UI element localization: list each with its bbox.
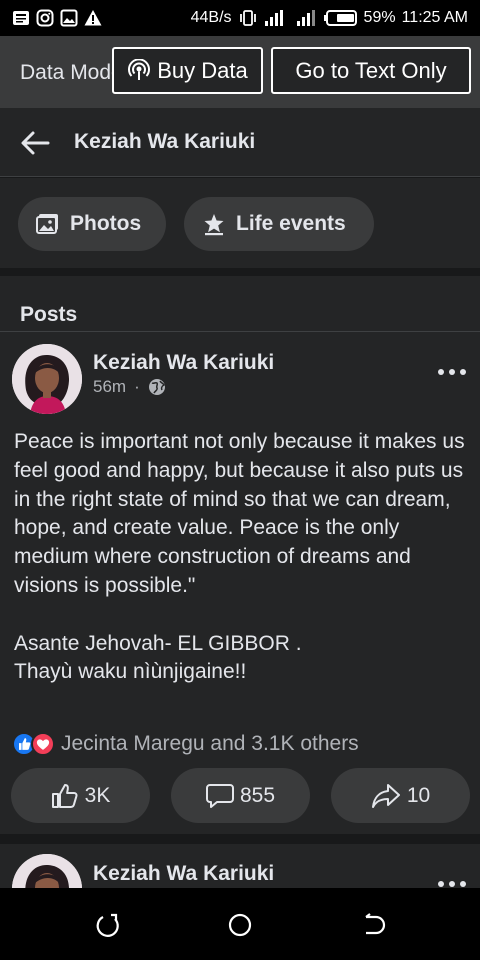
notification-icons	[12, 9, 102, 27]
battery-icon	[323, 10, 357, 26]
like-button[interactable]: 3K	[11, 768, 150, 823]
broadcast-icon	[128, 58, 151, 80]
photos-pill[interactable]: Photos	[18, 197, 166, 251]
signal-icon	[264, 10, 283, 26]
page-title: Keziah Wa Kariuki	[74, 130, 256, 153]
instagram-icon	[36, 9, 54, 27]
reactions-text: Jecinta Maregu and 3.1K others	[61, 732, 359, 755]
post-text: Peace is important not only because it m…	[14, 430, 465, 684]
back-arrow-icon[interactable]	[20, 130, 50, 156]
like-count: 3K	[84, 783, 111, 807]
post-author-2[interactable]: Keziah Wa Kariuki	[93, 862, 274, 886]
more-options-icon[interactable]	[436, 367, 468, 377]
avatar[interactable]	[12, 344, 82, 414]
system-status: 44B/s 59% 11:25 AM	[191, 9, 468, 27]
life-events-pill[interactable]: Life events	[184, 197, 374, 251]
avatar-2[interactable]	[12, 854, 82, 888]
reaction-icons	[12, 732, 55, 756]
data-mode-banner: Data Mode Buy Data Go to Text Only	[0, 36, 480, 108]
more-options-icon-2[interactable]	[436, 879, 468, 888]
thumbs-up-icon	[51, 783, 78, 808]
news-app-icon	[13, 11, 29, 25]
life-events-label: Life events	[236, 212, 346, 235]
posts-section-header: Posts	[0, 276, 480, 332]
share-button[interactable]: 10	[331, 768, 470, 823]
go-to-text-only-button[interactable]: Go to Text Only	[271, 47, 471, 94]
photos-label: Photos	[70, 212, 142, 235]
photos-icon	[36, 214, 58, 234]
post-card: Keziah Wa Kariuki 56m · Peace is importa…	[0, 332, 480, 834]
clock: 11:25 AM	[401, 9, 468, 26]
home-icon[interactable]	[227, 912, 253, 938]
warning-icon	[84, 10, 102, 26]
reactions-summary[interactable]: Jecinta Maregu and 3.1K others	[12, 732, 359, 756]
life-events-icon	[204, 214, 224, 236]
love-reaction-icon	[31, 732, 55, 756]
network-speed: 44B/s	[190, 9, 232, 26]
text-only-label: Go to Text Only	[295, 57, 447, 83]
post-time[interactable]: 56m	[93, 377, 126, 397]
posts-title: Posts	[20, 303, 78, 326]
post-card-2: Keziah Wa Kariuki	[0, 844, 480, 888]
comment-icon	[205, 783, 234, 808]
gallery-icon	[60, 9, 78, 27]
post-meta: 56m ·	[93, 377, 166, 397]
data-mode-label: Data Mode	[20, 61, 120, 84]
comment-count: 855	[239, 783, 276, 807]
battery-percent: 59%	[363, 9, 396, 26]
share-count: 10	[406, 783, 431, 807]
profile-pills: Photos Life events	[0, 178, 480, 268]
buy-data-label: Buy Data	[157, 57, 248, 83]
status-bar: 44B/s 59% 11:25 AM	[0, 0, 480, 36]
post-author[interactable]: Keziah Wa Kariuki	[93, 351, 274, 375]
share-icon	[371, 783, 400, 808]
page-header: Keziah Wa Kariuki	[0, 108, 480, 177]
post-actions: 3K 855 10	[0, 768, 480, 824]
signal-2-icon	[296, 10, 315, 26]
meta-dot: ·	[134, 377, 140, 396]
vibrate-icon	[239, 10, 256, 26]
section-divider	[0, 268, 480, 276]
buy-data-button[interactable]: Buy Data	[112, 47, 263, 94]
recents-icon[interactable]	[95, 912, 121, 938]
system-nav-bar	[0, 888, 480, 960]
profile-photo	[12, 344, 82, 414]
comment-button[interactable]: 855	[171, 768, 310, 823]
globe-icon	[148, 379, 165, 395]
back-nav-icon[interactable]	[360, 912, 386, 938]
profile-photo-2	[12, 854, 82, 888]
